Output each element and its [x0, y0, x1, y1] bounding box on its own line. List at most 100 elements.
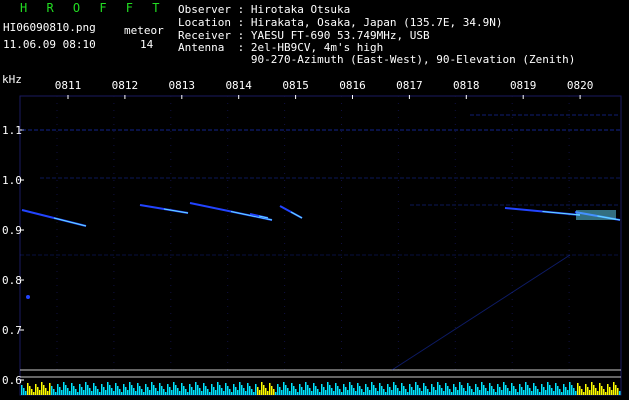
noise-bar: [235, 387, 237, 395]
noise-bar: [379, 383, 381, 395]
noise-bar: [45, 388, 47, 395]
noise-bar: [453, 384, 455, 395]
noise-bar: [53, 389, 55, 395]
noise-bar: [99, 392, 101, 395]
noise-bar: [307, 385, 309, 395]
meteor-streak-core: [163, 208, 189, 214]
noise-bar: [353, 388, 355, 395]
noise-bar: [171, 390, 173, 395]
noise-bar: [161, 386, 163, 395]
noise-bar: [405, 389, 407, 395]
noise-bar: [77, 392, 79, 395]
noise-bar: [477, 387, 479, 395]
noise-bar: [607, 384, 609, 395]
noise-bar: [489, 383, 491, 395]
noise-bar: [167, 384, 169, 395]
noise-bar: [535, 386, 537, 395]
noise-bar: [213, 387, 215, 395]
noise-bar: [595, 388, 597, 395]
noise-bar: [601, 386, 603, 395]
noise-bar: [433, 387, 435, 395]
noise-bar: [259, 390, 261, 395]
noise-bar: [139, 386, 141, 395]
noise-bar: [321, 384, 323, 395]
noise-bar: [337, 386, 339, 395]
time-tick-label: 0820: [567, 79, 594, 92]
noise-bar: [373, 385, 375, 395]
noise-bar: [47, 391, 49, 395]
noise-bar: [401, 383, 403, 395]
time-tick-label: 0811: [55, 79, 82, 92]
bright-cluster: [576, 210, 616, 220]
noise-bar: [399, 391, 401, 395]
noise-bar: [369, 390, 371, 395]
time-tick-label: 0815: [282, 79, 309, 92]
noise-bar: [151, 382, 153, 395]
noise-bar: [29, 386, 31, 395]
noise-bar: [221, 388, 223, 395]
noise-bar: [475, 384, 477, 395]
noise-bar: [617, 388, 619, 395]
noise-bar: [579, 386, 581, 395]
noise-bar: [271, 386, 273, 395]
noise-bar: [443, 391, 445, 395]
noise-bar: [69, 391, 71, 395]
noise-bar: [189, 384, 191, 395]
noise-bar: [479, 390, 481, 395]
noise-bar: [187, 392, 189, 395]
time-tick-label: 0814: [225, 79, 252, 92]
noise-bar: [95, 386, 97, 395]
noise-bar: [229, 389, 231, 395]
noise-bar: [545, 390, 547, 395]
noise-bar: [263, 385, 265, 395]
noise-bar: [113, 391, 115, 395]
noise-bar: [203, 383, 205, 395]
noise-bar: [537, 389, 539, 395]
noise-bar: [599, 383, 601, 395]
noise-bar: [85, 382, 87, 395]
noise-bar: [105, 390, 107, 395]
noise-bar: [131, 385, 133, 395]
noise-bar: [493, 389, 495, 395]
noise-bar: [375, 388, 377, 395]
noise-bar: [577, 383, 579, 395]
noise-bar: [491, 386, 493, 395]
noise-bar: [319, 392, 321, 395]
noise-bar: [275, 392, 277, 395]
noise-bar: [245, 391, 247, 395]
noise-bar: [297, 392, 299, 395]
noise-bar: [533, 383, 535, 395]
noise-bar: [473, 392, 475, 395]
noise-bar: [293, 386, 295, 395]
noise-bar: [315, 386, 317, 395]
y-unit-label: kHz: [2, 73, 22, 86]
noise-bar: [615, 385, 617, 395]
noise-bar: [317, 389, 319, 395]
noise-bar: [35, 384, 37, 395]
noise-bar: [529, 388, 531, 395]
noise-bar: [335, 383, 337, 395]
noise-bar: [159, 383, 161, 395]
noise-bar: [451, 392, 453, 395]
noise-bar: [455, 387, 457, 395]
noise-bar: [177, 388, 179, 395]
noise-bar: [93, 383, 95, 395]
noise-bar: [429, 392, 431, 395]
noise-bar: [63, 382, 65, 395]
noise-bar: [243, 388, 245, 395]
noise-bar: [499, 387, 501, 395]
noise-bar: [183, 386, 185, 395]
noise-bar: [381, 386, 383, 395]
noise-bar: [355, 391, 357, 395]
noise-bar: [349, 382, 351, 395]
noise-bar: [587, 387, 589, 395]
noise-bar: [43, 385, 45, 395]
noise-bar: [281, 390, 283, 395]
noise-bar: [73, 386, 75, 395]
noise-bar: [279, 387, 281, 395]
noise-bar: [487, 391, 489, 395]
noise-bar: [497, 384, 499, 395]
freq-tick-label: 0.9: [2, 224, 22, 237]
noise-bar: [611, 390, 613, 395]
noise-bar: [457, 390, 459, 395]
